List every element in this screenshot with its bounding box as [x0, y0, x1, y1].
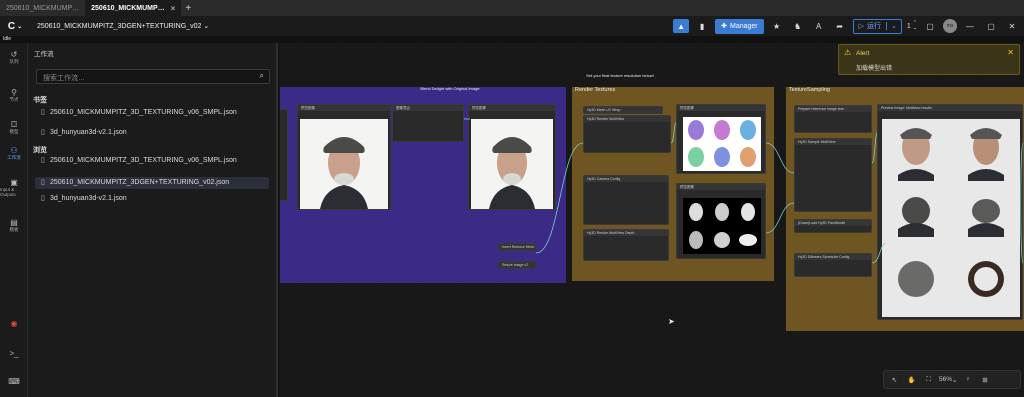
menubar: C ⌄ 250610_MICKMUMPITZ_3DGEN+TEXTURING_v0…: [0, 16, 1024, 36]
avatar[interactable]: ms: [943, 19, 957, 33]
hand-tool-icon[interactable]: ✋: [905, 376, 918, 384]
workflow-title[interactable]: 250610_MICKMUMPITZ_3DGEN+TEXTURING_v02 ⌄: [37, 22, 209, 30]
bookmark-label: 3d_hunyuan3d-v2.1.json: [50, 129, 127, 136]
search-placeholder: 搜索工作流…: [43, 75, 85, 82]
search-input[interactable]: 搜索工作流… ⌕: [36, 69, 270, 84]
sidebar-history[interactable]: ↺ 队列: [0, 45, 28, 69]
connection-wires: [463, 118, 1024, 264]
sidebar-workflows[interactable]: ⚇ 工作流: [0, 141, 28, 165]
stop-icon[interactable]: ▢: [922, 19, 938, 33]
file-icon: ▯: [41, 195, 45, 202]
terminal-icon[interactable]: >_: [0, 349, 28, 358]
file-icon: ▯: [41, 157, 45, 164]
run-button[interactable]: ▷ 运行 ⌄: [852, 18, 902, 34]
help-icon[interactable]: ◉: [0, 319, 28, 328]
workflow-item[interactable]: ▯ 3d_hunyuan3d-v2.1.json: [35, 193, 269, 205]
zoom-value: 56%: [939, 375, 953, 383]
workflows-icon: ⚇: [10, 145, 18, 155]
run-dropdown-icon[interactable]: ⌄: [886, 22, 901, 30]
bookmark-item[interactable]: ▯ 250610_MICKMUMPITZ_3D_TEXTURING_v06_SMP…: [35, 107, 269, 119]
file-icon: ▯: [41, 129, 45, 136]
status-text: Idle: [0, 36, 1024, 43]
maximize-icon[interactable]: ▢: [983, 19, 999, 33]
tab-label: 250610_MICKMUMP…: [91, 4, 165, 12]
node-library-icon: ⚲: [11, 87, 17, 97]
sidebar-io[interactable]: ▣ Input & Outputs: [0, 175, 28, 199]
bookmark-label: 250610_MICKMUMPITZ_3D_TEXTURING_v06_SMPL…: [50, 109, 237, 116]
input-output-icon: ▣: [10, 177, 18, 187]
zoom-level[interactable]: 56% ⌄: [939, 376, 957, 384]
alert-message: 加载模型出错: [856, 66, 893, 72]
bookmark-icon[interactable]: ▮: [694, 19, 710, 33]
panel-title: 工作流: [34, 51, 54, 58]
workflow-label: 250610_MICKMUMPITZ_3D_TEXTURING_v06_SMPL…: [50, 157, 237, 164]
run-label: 运行: [867, 23, 882, 30]
sidebar-label: 工作流: [7, 154, 21, 160]
browser-tab-1[interactable]: 250610_MICKMUMP…: [0, 0, 85, 16]
sidebar-templates[interactable]: ▤ 模板: [0, 213, 28, 237]
chevron-down-icon: ⌄: [952, 376, 958, 384]
workflow-label: 250610_MICKMUMPITZ_3DGEN+TEXTURING_v02.j…: [50, 179, 230, 186]
node-canvas[interactable]: Blend Delight with Original Image Set yo…: [280, 43, 1024, 397]
workflow-item[interactable]: ▯ 250610_MICKMUMPITZ_3D_TEXTURING_v06_SMP…: [35, 155, 269, 167]
alert-title: Alert: [856, 50, 870, 57]
mouse-cursor-icon: ➤: [668, 317, 675, 326]
file-icon: ▯: [41, 179, 45, 186]
workflows-panel: 工作流 搜索工作流… ⌕ 书签 ▯ 250610_MICKMUMPITZ_3D_TE…: [28, 43, 278, 397]
keyboard-icon[interactable]: ⌨: [0, 377, 28, 386]
bookmark-item[interactable]: ▯ 3d_hunyuan3d-v2.1.json: [35, 127, 269, 139]
toolkit-icon[interactable]: ♞: [790, 19, 806, 33]
workflow-title-text: 250610_MICKMUMPITZ_3DGEN+TEXTURING_v02: [37, 23, 202, 30]
arrow-share-icon[interactable]: ➦: [832, 19, 848, 33]
translate-icon[interactable]: A: [811, 19, 827, 33]
stepper-arrows-icon[interactable]: ⌃ ⌄: [913, 21, 917, 31]
queue-count: 1: [906, 22, 911, 30]
manager-label: Manager: [729, 22, 758, 30]
search-icon: ⌕: [259, 71, 264, 80]
chevron-down-icon: ⌄: [203, 23, 210, 30]
warning-icon: ⚠: [844, 48, 852, 57]
history-icon: ↺: [10, 49, 18, 59]
minimize-icon[interactable]: —: [962, 19, 978, 33]
canvas-toolbar: ↖ ✋ ⛶ 56% ⌄ ♀ ⊞: [883, 370, 1021, 389]
sidebar-nodes[interactable]: ⚲ 节点: [0, 83, 28, 107]
sidebar-label: 队列: [9, 58, 19, 64]
model-library-icon: ⛋: [10, 119, 18, 129]
browser-tab-bar: 250610_MICKMUMP… 250610_MICKMUMP… × +: [0, 0, 1024, 16]
browse-heading: 浏览: [33, 147, 47, 154]
close-icon[interactable]: ✕: [1007, 48, 1014, 57]
sidebar-label: Input & Outputs: [0, 186, 16, 197]
workflow-label: 3d_hunyuan3d-v2.1.json: [50, 195, 127, 202]
queue-count-stepper[interactable]: 1 ⌃ ⌄: [907, 21, 917, 31]
new-tab-button[interactable]: +: [181, 3, 195, 14]
browser-tab-2[interactable]: 250610_MICKMUMP… ×: [85, 0, 182, 16]
bookmarks-heading: 书签: [33, 97, 47, 104]
puzzle-icon: ✚: [721, 23, 727, 30]
comfy-logo-icon[interactable]: C ⌄: [3, 18, 27, 34]
close-icon[interactable]: ×: [171, 4, 176, 13]
sidebar-models[interactable]: ⛋ 模型: [0, 115, 28, 139]
icon-sidebar: ↺ 队列 ⚲ 节点 ⛋ 模型 ⚇ 工作流 ▣ Input & Outputs ▤ 模板 ◉ …: [0, 43, 28, 397]
sidebar-label: 模型: [9, 128, 19, 134]
select-tool-icon[interactable]: ↖: [888, 376, 901, 384]
minimap-icon[interactable]: ⊞: [978, 376, 991, 384]
workflow-item-selected[interactable]: ▯ 250610_MICKMUMPITZ_3DGEN+TEXTURING_v02.…: [35, 177, 269, 189]
manager-button[interactable]: ✚ Manager: [715, 18, 764, 34]
lightbulb-icon[interactable]: ♀: [961, 376, 974, 383]
star-icon[interactable]: ★: [769, 19, 785, 33]
sidebar-label: 模板: [9, 226, 19, 232]
play-icon: ▷: [858, 23, 865, 30]
fit-view-icon[interactable]: ⛶: [922, 376, 935, 384]
close-window-icon[interactable]: ✕: [1004, 19, 1020, 33]
share-icon[interactable]: ▲: [673, 19, 690, 33]
file-icon: ▯: [41, 109, 45, 116]
alert-toast: ⚠ Alert ✕ 加载模型出错: [838, 44, 1020, 75]
templates-icon: ▤: [10, 217, 18, 227]
sidebar-label: 节点: [9, 96, 19, 102]
tab-label: 250610_MICKMUMP…: [6, 4, 80, 12]
